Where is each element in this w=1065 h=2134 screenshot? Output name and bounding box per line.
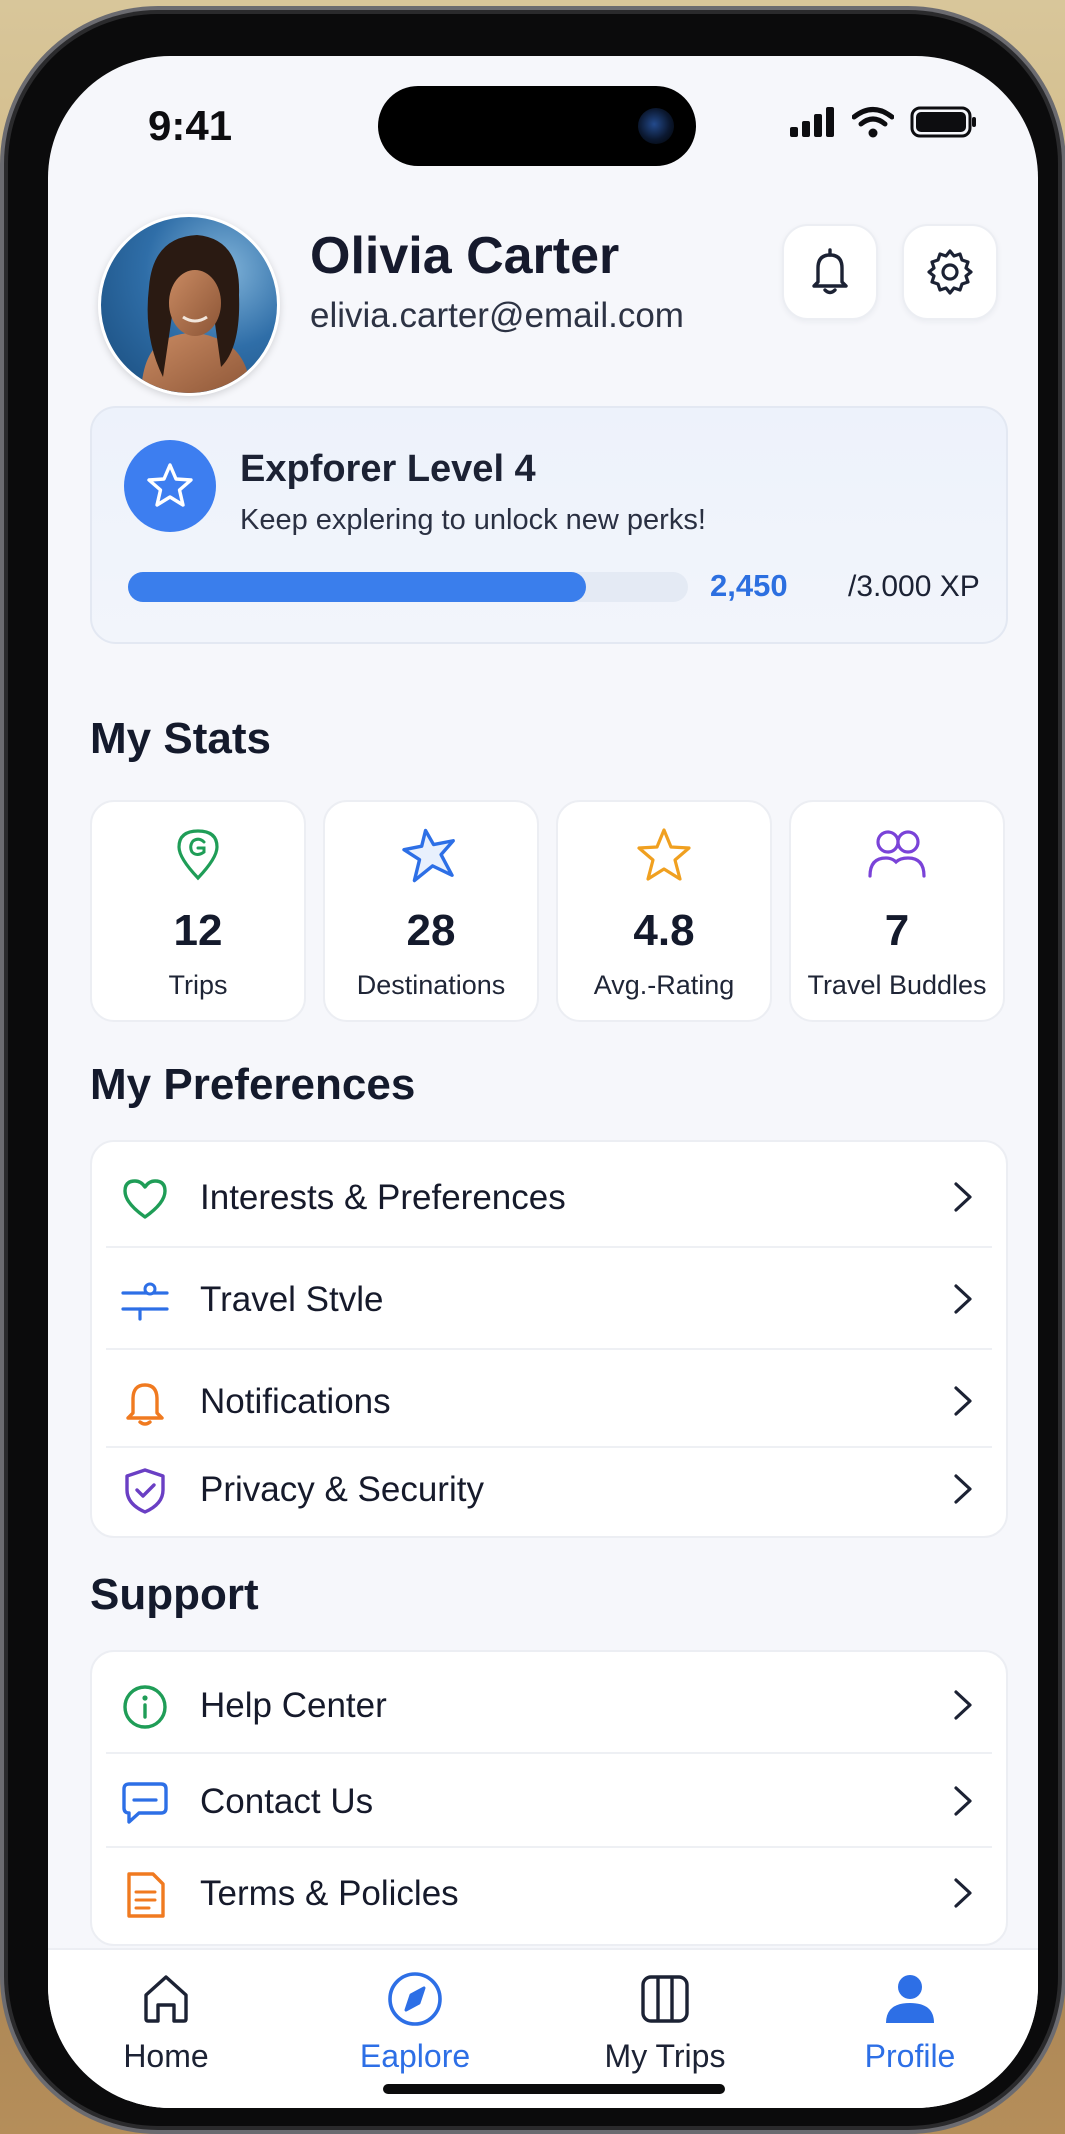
pref-item-label: Travel Stvle [200, 1280, 384, 1319]
xp-progress-fill [128, 572, 586, 602]
home-icon [144, 1975, 188, 2023]
shield-check-icon [125, 1468, 165, 1514]
chevron-right-icon [954, 1386, 972, 1416]
pref-item-label: Notifications [200, 1382, 391, 1421]
notifications-button[interactable] [782, 224, 878, 320]
tab-label: Eaplore [359, 2038, 471, 2074]
user-name: Olivia Carter [310, 227, 620, 285]
preferences-title: My Preferences [90, 1060, 416, 1109]
tab-label: Home [123, 2038, 209, 2074]
stat-label: Destinations [356, 970, 506, 1000]
support-item-label: Terms & Policles [200, 1874, 459, 1913]
level-badge [124, 440, 216, 532]
document-icon [127, 1872, 165, 1918]
divider [106, 1348, 992, 1350]
stat-label: Trips [168, 970, 228, 1000]
explorer-level-card[interactable]: Expforer Level 4 Keep explering to unloc… [90, 406, 1008, 644]
location-pin-icon [177, 829, 219, 881]
chat-icon [122, 1782, 168, 1824]
level-subtitle: Keep explering to unlock new perks! [240, 504, 706, 536]
preferences-list: Interests & Preferences Travel Stvle Not… [90, 1140, 1008, 1538]
heart-icon [123, 1179, 167, 1219]
settings-button[interactable] [902, 224, 998, 320]
map-icon [641, 1975, 689, 2023]
pref-item-privacy[interactable]: Privacy & Security [92, 1440, 1006, 1536]
info-circle-icon [123, 1685, 167, 1729]
star-icon [147, 463, 193, 507]
pref-item-interests[interactable]: Interests & Preferences [92, 1148, 1006, 1244]
support-item-label: Contact Us [200, 1782, 374, 1821]
pref-item-travel-style[interactable]: Travel Stvle [92, 1250, 1006, 1346]
chevron-right-icon [954, 1284, 972, 1314]
avatar-photo [141, 235, 251, 393]
support-item-help-center[interactable]: Help Center [92, 1656, 1006, 1752]
chevron-right-icon [954, 1182, 972, 1212]
star-icon [402, 828, 455, 883]
stat-card-trips[interactable]: 12 Trips [90, 800, 306, 1022]
pref-item-label: Interests & Preferences [200, 1178, 566, 1217]
stat-label: Travel Buddles [807, 970, 987, 1000]
stats-title: My Stats [90, 714, 271, 763]
users-icon [868, 830, 926, 878]
tab-home[interactable]: Home [66, 1968, 266, 2075]
support-item-label: Help Center [200, 1686, 387, 1725]
status-icons [790, 106, 978, 138]
xp-total: /3.000 XP [848, 570, 980, 603]
stat-value: 7 [884, 906, 910, 955]
dynamic-island [378, 86, 696, 166]
chevron-right-icon [954, 1474, 972, 1504]
star-outline-icon [637, 828, 691, 881]
camera-icon [638, 108, 674, 144]
support-item-contact[interactable]: Contact Us [92, 1752, 1006, 1848]
battery-icon [910, 106, 976, 138]
wifi-icon [852, 107, 894, 138]
tab-profile[interactable]: Profile [810, 1968, 1010, 2075]
tab-explore[interactable]: Eaplore [315, 1968, 515, 2075]
bell-icon [126, 1383, 164, 1426]
stat-value: 12 [173, 906, 223, 955]
screen: 9:41 Olivia Carter elivia.carter@email.c… [48, 56, 1038, 2108]
bell-icon [812, 248, 848, 295]
stat-card-rating[interactable]: 4.8 Avg.-Rating [556, 800, 772, 1022]
sliders-icon [121, 1282, 169, 1321]
stat-label: Avg.-Rating [593, 970, 735, 1000]
avatar[interactable] [98, 214, 280, 396]
compass-icon [388, 1972, 442, 2026]
chevron-right-icon [954, 1786, 972, 1816]
tab-label: My Trips [604, 2038, 726, 2074]
home-indicator [383, 2084, 725, 2094]
phone-frame: 9:41 Olivia Carter elivia.carter@email.c… [8, 14, 1058, 2126]
stat-card-destinations[interactable]: 28 Destinations [323, 800, 539, 1022]
signal-icon [790, 107, 834, 137]
support-list: Help Center Contact Us Terms & Policles [90, 1650, 1008, 1946]
profile-icon [886, 1975, 934, 2023]
support-item-terms[interactable]: Terms & Policles [92, 1844, 1006, 1940]
tab-my-trips[interactable]: My Trips [565, 1968, 765, 2075]
divider [106, 1246, 992, 1248]
xp-current: 2,450 [710, 568, 788, 603]
user-email: elivia.carter@email.com [310, 296, 684, 335]
xp-progress-bar [128, 572, 688, 602]
pref-item-label: Privacy & Security [200, 1470, 484, 1509]
chevron-right-icon [954, 1690, 972, 1720]
tab-label: Profile [864, 2038, 956, 2074]
stat-card-buddies[interactable]: 7 Travel Buddles [789, 800, 1005, 1022]
support-title: Support [90, 1570, 259, 1619]
chevron-right-icon [954, 1878, 972, 1908]
stat-value: 28 [406, 906, 456, 955]
pref-item-notifications[interactable]: Notifications [92, 1352, 1006, 1448]
level-title: Expforer Level 4 [240, 448, 536, 490]
gear-icon [927, 249, 973, 295]
stat-value: 4.8 [633, 906, 695, 955]
status-time: 9:41 [148, 102, 233, 149]
